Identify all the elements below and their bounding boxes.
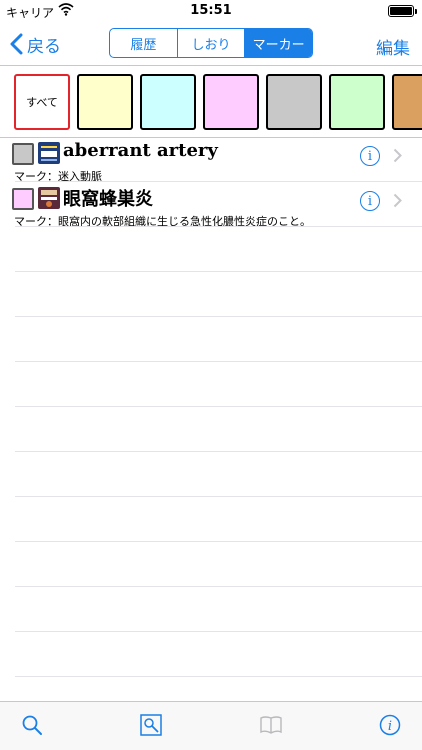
row-separator bbox=[15, 226, 422, 227]
segmented-control: 履歴 しおり マーカー bbox=[109, 28, 313, 58]
back-button[interactable]: 戻る bbox=[10, 28, 61, 60]
segment-markers[interactable]: マーカー bbox=[244, 29, 312, 57]
color-filter-strip: すべて bbox=[0, 66, 422, 138]
marker-color-box bbox=[12, 188, 34, 210]
filter-all-button[interactable]: すべて bbox=[14, 74, 70, 130]
info-icon[interactable]: i bbox=[360, 191, 380, 211]
row-separator bbox=[15, 586, 422, 587]
color-swatch-pink[interactable] bbox=[203, 74, 259, 130]
row-separator bbox=[15, 631, 422, 632]
edit-button[interactable]: 編集 bbox=[376, 34, 410, 59]
back-label: 戻る bbox=[27, 36, 61, 57]
entry-title: aberrant artery bbox=[63, 140, 218, 161]
row-separator bbox=[15, 361, 422, 362]
row-separator bbox=[15, 541, 422, 542]
info-icon[interactable]: i bbox=[378, 713, 402, 737]
row-separator bbox=[15, 271, 422, 272]
battery-icon bbox=[388, 5, 417, 17]
filter-all-label: すべて bbox=[26, 96, 58, 109]
color-swatch-yellow[interactable] bbox=[77, 74, 133, 130]
row-separator bbox=[15, 451, 422, 452]
book-icon bbox=[38, 187, 60, 209]
tab-bar: i bbox=[0, 701, 422, 750]
navigation-bar: 戻る 履歴 しおり マーカー 編集 bbox=[0, 22, 422, 66]
color-swatch-brown[interactable] bbox=[392, 74, 422, 130]
chevron-right-icon[interactable] bbox=[393, 193, 402, 212]
row-separator bbox=[15, 676, 422, 677]
row-separator bbox=[15, 316, 422, 317]
image-search-icon[interactable] bbox=[139, 713, 163, 737]
chevron-left-icon bbox=[10, 33, 23, 55]
svg-text:i: i bbox=[388, 719, 392, 734]
list-item[interactable]: aberrant artery マーク：迷入動脈 i bbox=[0, 137, 422, 183]
marker-color-box bbox=[12, 143, 34, 165]
search-icon[interactable] bbox=[20, 713, 44, 737]
info-icon[interactable]: i bbox=[360, 146, 380, 166]
clock: 15:51 bbox=[190, 3, 232, 18]
list-item[interactable]: 眼窩蜂巣炎 マーク：眼窩内の軟部組織に生じる急性化膿性炎症のこと。 i bbox=[0, 182, 422, 228]
book-icon bbox=[38, 142, 60, 164]
color-swatch-green[interactable] bbox=[329, 74, 385, 130]
color-swatch-cyan[interactable] bbox=[140, 74, 196, 130]
entry-title: 眼窩蜂巣炎 bbox=[63, 189, 153, 210]
book-open-icon[interactable] bbox=[259, 713, 283, 737]
segment-bookmarks[interactable]: しおり bbox=[176, 29, 245, 57]
status-bar: キャリア 15:51 bbox=[0, 0, 422, 22]
row-separator bbox=[15, 406, 422, 407]
segment-history[interactable]: 履歴 bbox=[110, 29, 177, 57]
row-separator bbox=[15, 496, 422, 497]
chevron-right-icon[interactable] bbox=[393, 148, 402, 167]
color-swatch-gray[interactable] bbox=[266, 74, 322, 130]
